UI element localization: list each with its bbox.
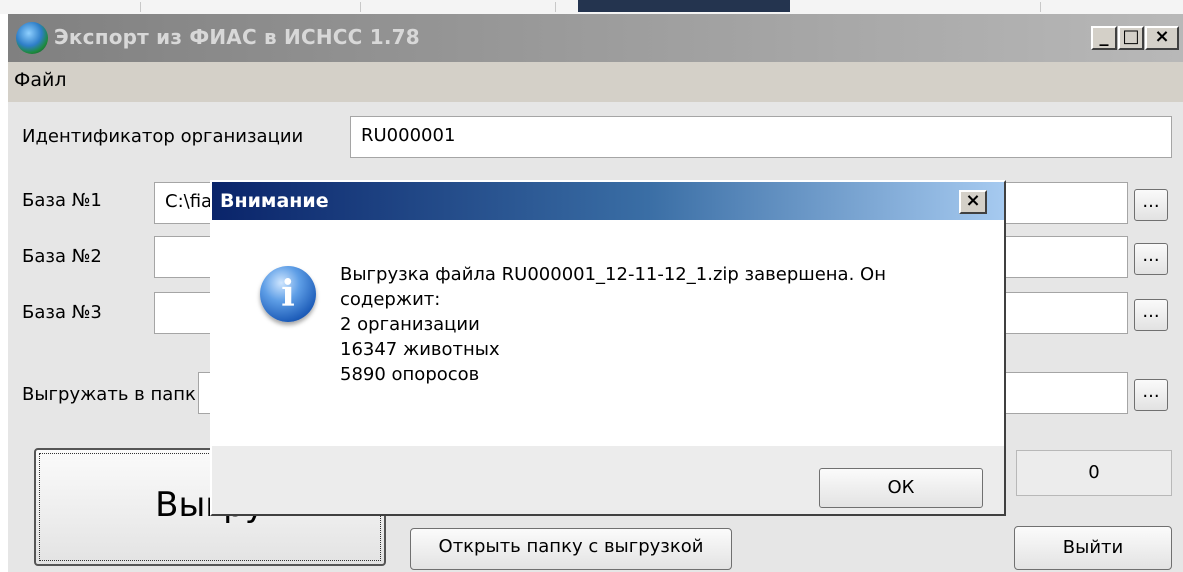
db2-label: База №2 <box>22 246 102 267</box>
dialog-close-button[interactable]: × <box>959 190 987 214</box>
strip-divider <box>1040 2 1041 12</box>
dialog-message: Выгрузка файла RU000001_12-11-12_1.zip з… <box>340 262 886 387</box>
open-folder-button[interactable]: Открыть папку с выгрузкой <box>410 528 732 570</box>
menu-file[interactable]: Файл <box>14 69 67 91</box>
message-line: 5890 опоросов <box>340 364 480 385</box>
window-titlebar[interactable]: Экспорт из ФИАС в ИСНСС 1.78 _ □ × <box>8 14 1183 62</box>
db1-label: База №1 <box>22 190 102 211</box>
close-button[interactable]: × <box>1145 26 1179 50</box>
taskbar-fragment <box>578 0 790 12</box>
db3-label: База №3 <box>22 302 102 323</box>
org-id-input[interactable]: RU000001 <box>350 116 1172 158</box>
export-folder-browse-button[interactable]: ... <box>1134 379 1168 411</box>
db2-browse-button[interactable]: ... <box>1134 243 1168 275</box>
maximize-button[interactable]: □ <box>1118 26 1144 50</box>
message-line: 16347 животных <box>340 339 500 360</box>
exit-button[interactable]: Выйти <box>1014 526 1172 570</box>
alert-dialog: Внимание × i Выгрузка файла RU000001_12-… <box>210 180 1006 516</box>
export-folder-label: Выгружать в папк <box>22 384 196 405</box>
strip-divider <box>140 2 141 12</box>
menu-bar: Файл <box>8 62 1183 102</box>
app-globe-icon <box>16 22 48 54</box>
db3-browse-button[interactable]: ... <box>1134 299 1168 331</box>
db1-browse-button[interactable]: ... <box>1134 189 1168 221</box>
message-line: 2 организации <box>340 314 480 335</box>
message-line: Выгрузка файла RU000001_12-11-12_1.zip з… <box>340 264 886 285</box>
dialog-body: i Выгрузка файла RU000001_12-11-12_1.zip… <box>212 220 1004 446</box>
strip-divider <box>555 2 556 12</box>
dialog-title: Внимание <box>220 190 329 212</box>
org-id-label: Идентификатор организации <box>22 126 304 147</box>
dialog-titlebar[interactable]: Внимание × <box>212 182 1004 220</box>
info-icon: i <box>260 266 316 322</box>
ok-button[interactable]: ОК <box>819 468 983 508</box>
minimize-button[interactable]: _ <box>1091 26 1117 50</box>
message-line: содержит: <box>340 289 441 310</box>
progress-counter: 0 <box>1016 450 1172 496</box>
desktop-strip <box>0 0 1183 14</box>
window-title: Экспорт из ФИАС в ИСНСС 1.78 <box>54 25 420 49</box>
strip-divider <box>360 2 361 12</box>
